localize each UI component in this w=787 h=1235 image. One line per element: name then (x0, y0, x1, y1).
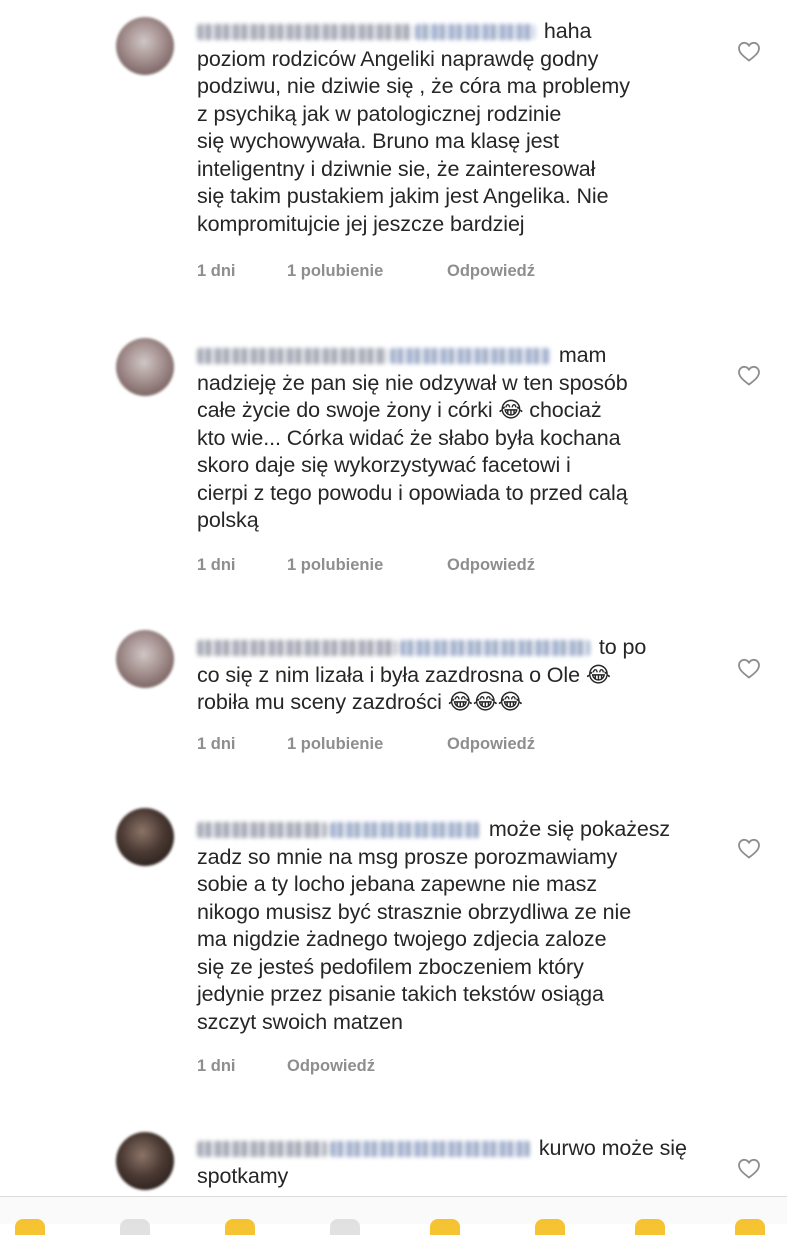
emoji-icon[interactable] (330, 1219, 360, 1235)
mention-blurred[interactable] (415, 24, 535, 41)
comment-text: ma nigdzie żadnego twojego zdjecia zaloz… (197, 927, 607, 951)
comment-text: to po (598, 635, 647, 659)
comment-meta: 1 dni 1 polubienie Odpowiedź (197, 735, 535, 754)
emoji-icon[interactable] (535, 1219, 565, 1235)
comment-text: kurwo może się (538, 1136, 687, 1160)
comment-text: nikogo musisz być strasznie obrzydliwa z… (197, 899, 632, 924)
avatar[interactable] (116, 808, 174, 866)
comment-text: co się z nim lizała i była zazdrosna o O… (197, 662, 611, 687)
reply-button[interactable]: Odpowiedź (447, 262, 535, 281)
comment-time: 1 dni (197, 735, 236, 753)
emoji-icon[interactable] (120, 1219, 150, 1235)
comment-text: robiła mu sceny zazdrości 😂😂😂 (197, 690, 523, 714)
comment-body: może się pokażesz zadz so mnie na msg pr… (197, 816, 717, 1036)
comment-text: się ze jesteś pedofilem zboczeniem który (197, 954, 584, 979)
likes-count-link[interactable]: 1 polubienie (287, 262, 447, 281)
like-heart-icon[interactable] (737, 837, 761, 859)
like-heart-icon[interactable] (737, 1157, 761, 1179)
comment-text: polską (197, 508, 259, 532)
comment-text: inteligentny i dziwnie sie, że zainteres… (197, 156, 596, 181)
comment-text: kompromitujcie jej jeszcze bardziej (197, 211, 525, 236)
comment-text: cierpi z tego powodu i opowiada to przed… (197, 480, 628, 505)
avatar[interactable] (116, 1132, 174, 1190)
comment-meta: 1 dni Odpowiedź (197, 1057, 375, 1076)
username-blurred[interactable] (197, 822, 327, 839)
avatar[interactable] (116, 17, 174, 75)
mention-blurred[interactable] (390, 348, 550, 365)
comment-text: całe życie do swoje żony i córki 😂 choci… (197, 398, 602, 422)
comment-text: się takim pustakiem jakim jest Angelika.… (197, 184, 609, 208)
username-blurred[interactable] (197, 640, 397, 657)
comment-time: 1 dni (197, 556, 236, 574)
comment-text: się wychowywała. Bruno ma klasę jest (197, 129, 560, 153)
avatar[interactable] (116, 338, 174, 396)
emoji-icon[interactable] (735, 1219, 765, 1235)
likes-count-link[interactable]: 1 polubienie (287, 735, 447, 754)
reply-button[interactable]: Odpowiedź (447, 735, 535, 754)
comment-time: 1 dni (197, 1057, 236, 1075)
mention-blurred[interactable] (400, 640, 590, 657)
like-heart-icon[interactable] (737, 40, 761, 62)
comment-text: może się pokażesz (488, 817, 671, 841)
like-heart-icon[interactable] (737, 364, 761, 386)
comment-text: szczyt swoich matzen (197, 1009, 403, 1034)
comment-body: haha poziom rodziców Angeliki naprawdę g… (197, 18, 717, 238)
comment-body: mam nadzieję że pan się nie odzywał w te… (197, 342, 717, 535)
emoji-icon[interactable] (225, 1219, 255, 1235)
comment-body: to po co się z nim lizała i była zazdros… (197, 634, 717, 717)
mention-blurred[interactable] (330, 1141, 530, 1158)
emoji-icon[interactable] (635, 1219, 665, 1235)
comment-time: 1 dni (197, 262, 236, 280)
comment-text: kto wie... Córka widać że słabo była koc… (197, 425, 621, 450)
comment-meta: 1 dni 1 polubienie Odpowiedź (197, 262, 535, 281)
comment-text: poziom rodziców Angeliki naprawdę godny (197, 46, 599, 71)
comment-text: spotkamy (197, 1163, 289, 1188)
reply-button[interactable]: Odpowiedź (287, 1057, 375, 1076)
comment-meta: 1 dni 1 polubienie Odpowiedź (197, 556, 535, 575)
comment-body: kurwo może się spotkamy (197, 1135, 717, 1190)
comment-text: podziwu, nie dziwie się , że córa ma pro… (197, 74, 630, 98)
comment-text: nadzieję że pan się nie odzywał w ten sp… (197, 370, 628, 395)
mention-blurred[interactable] (330, 822, 480, 839)
comment-text: haha (543, 19, 592, 43)
likes-count-link[interactable]: 1 polubienie (287, 556, 447, 575)
emoji-icon[interactable] (15, 1219, 45, 1235)
comment-text: sobie a ty locho jebana zapewne nie masz (197, 872, 597, 896)
emoji-icon[interactable] (430, 1219, 460, 1235)
username-blurred[interactable] (197, 24, 412, 41)
comment-text: z psychiką jak w patologicznej rodzinie (197, 101, 562, 126)
comment-text: zadz so mnie na msg prosze porozmawiamy (197, 844, 618, 869)
emoji-reaction-bar (0, 1196, 787, 1235)
avatar[interactable] (116, 630, 174, 688)
username-blurred[interactable] (197, 348, 387, 365)
username-blurred[interactable] (197, 1141, 327, 1158)
reply-button[interactable]: Odpowiedź (447, 556, 535, 575)
comment-text: skoro daje się wykorzystywać facetowi i (197, 453, 571, 477)
like-heart-icon[interactable] (737, 657, 761, 679)
comment-text: mam (558, 343, 607, 367)
comment-text: jedynie przez pisanie takich tekstów osi… (197, 982, 604, 1006)
